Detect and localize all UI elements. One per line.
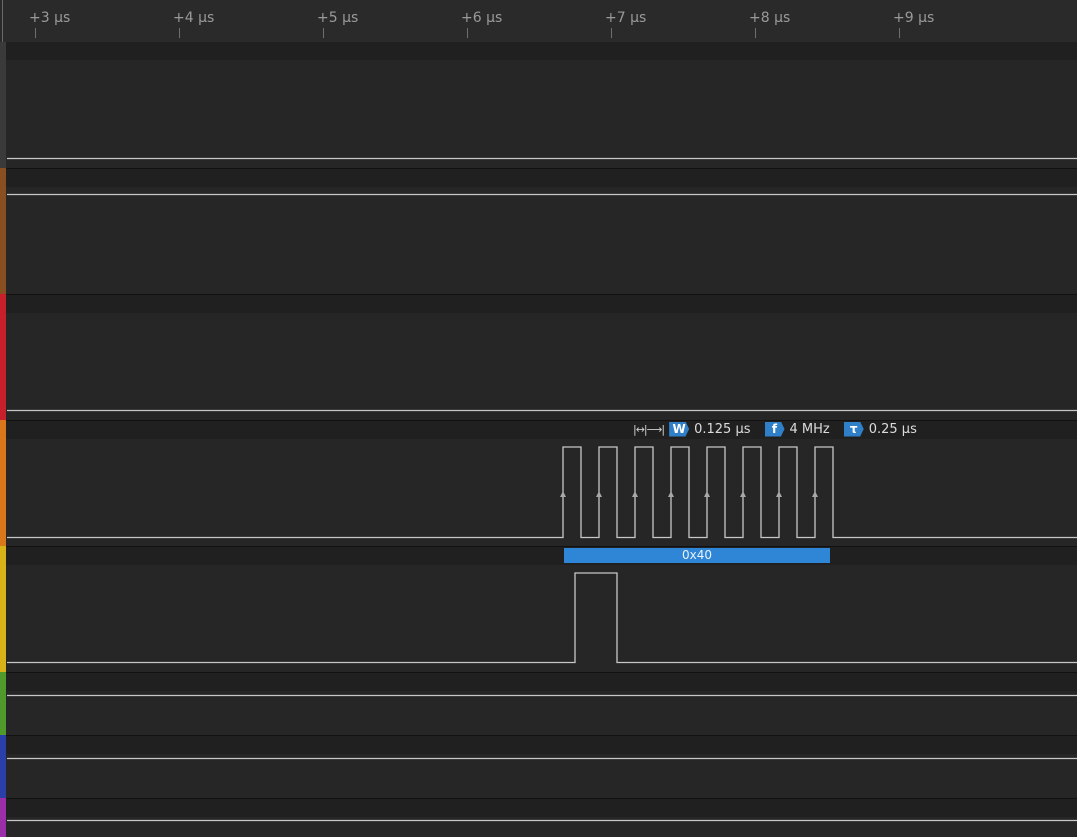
tick-line [899, 28, 900, 38]
ruler-left-marker [2, 0, 3, 42]
tick-label: +5 µs [317, 10, 359, 26]
channel-0-header [6, 42, 1077, 60]
channel-1-track[interactable] [6, 169, 1077, 294]
channel-3-track[interactable] [6, 421, 1077, 546]
tick-line [611, 28, 612, 38]
tick-line [755, 28, 756, 38]
decoded-byte-bubble[interactable]: 0x40 [564, 548, 830, 563]
tick-label: +9 µs [893, 10, 935, 26]
frequency-badge-icon: f [764, 421, 785, 437]
period-badge-icon: τ [843, 421, 864, 437]
time-ruler[interactable]: +3 µs +4 µs +5 µs +6 µs +7 µs +8 µs +9 µ… [0, 0, 1077, 43]
pulse-width-icon: |↔|⟶| [633, 422, 665, 436]
channel-6-track[interactable] [6, 736, 1077, 798]
measurement-readout: |↔|⟶| W 0.125 µs f 4 MHz τ 0.25 µs [633, 420, 917, 438]
tick-label: +4 µs [173, 10, 215, 26]
period-value: 0.25 µs [868, 421, 917, 437]
channel-4-header [6, 547, 1077, 565]
tick-line [467, 28, 468, 38]
channel-2-header [6, 295, 1077, 313]
channel-2-track[interactable] [6, 295, 1077, 420]
tick-label: +7 µs [605, 10, 647, 26]
channel-1-header [6, 169, 1077, 187]
channel-5-header [6, 673, 1077, 691]
width-badge-icon: W [669, 421, 690, 437]
channel-6-header [6, 736, 1077, 754]
channel-7-track[interactable] [6, 799, 1077, 837]
channel-0-track[interactable] [6, 42, 1077, 168]
tick-line [179, 28, 180, 38]
width-value: 0.125 µs [694, 421, 751, 437]
tick-line [323, 28, 324, 38]
tick-line [35, 28, 36, 38]
channel-7-header [6, 799, 1077, 817]
channel-4-track[interactable] [6, 547, 1077, 672]
tick-label: +8 µs [749, 10, 791, 26]
channel-5-track[interactable] [6, 673, 1077, 735]
frequency-value: 4 MHz [789, 421, 830, 437]
tick-label: +3 µs [29, 10, 71, 26]
tick-label: +6 µs [461, 10, 503, 26]
